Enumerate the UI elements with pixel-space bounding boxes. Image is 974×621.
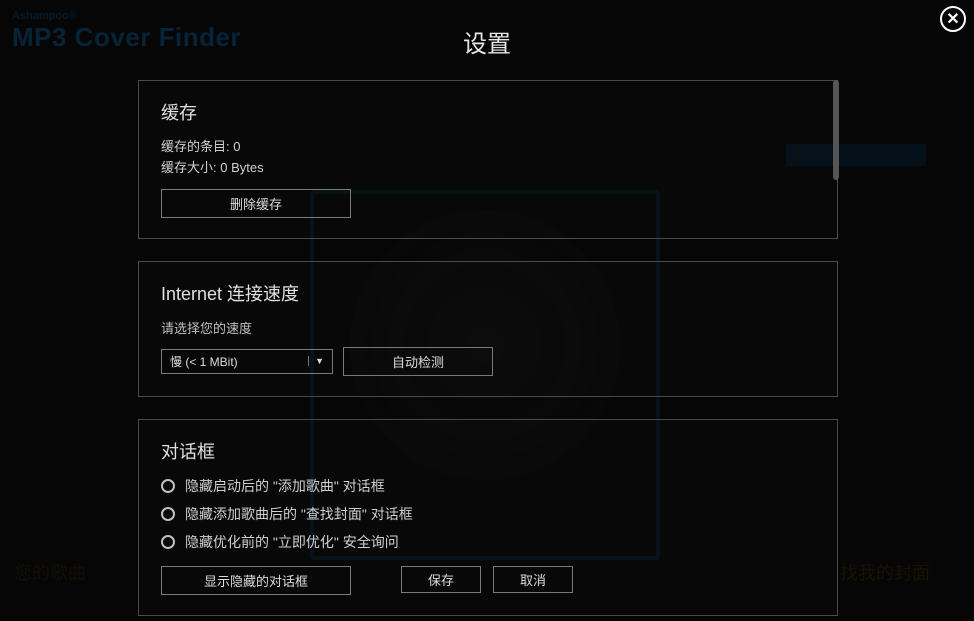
- scrollbar-thumb[interactable]: [833, 80, 839, 180]
- section-cache: 缓存 缓存的条目: 0 缓存大小: 0 Bytes 删除缓存: [138, 80, 838, 239]
- dialog-option-2[interactable]: 隐藏添加歌曲后的 "查找封面" 对话框: [161, 504, 815, 524]
- internet-title: Internet 连接速度: [161, 280, 815, 306]
- dialog-option-3-label: 隐藏优化前的 "立即优化" 安全询问: [185, 532, 399, 552]
- save-button[interactable]: 保存: [401, 566, 481, 593]
- speed-select[interactable]: 慢 (< 1 MBit) ▼: [161, 349, 333, 374]
- radio-icon: [161, 535, 175, 549]
- radio-icon: [161, 479, 175, 493]
- radio-icon: [161, 507, 175, 521]
- cache-entries: 缓存的条目: 0: [161, 137, 815, 158]
- internet-prompt: 请选择您的速度: [161, 318, 815, 337]
- cache-entries-value: 0: [233, 139, 240, 154]
- cache-title: 缓存: [161, 99, 815, 125]
- dialog-option-3[interactable]: 隐藏优化前的 "立即优化" 安全询问: [161, 532, 815, 552]
- auto-detect-button[interactable]: 自动检测: [343, 347, 493, 376]
- close-button[interactable]: ✕: [940, 6, 966, 32]
- dialog-option-2-label: 隐藏添加歌曲后的 "查找封面" 对话框: [185, 504, 413, 524]
- close-icon: ✕: [946, 9, 959, 29]
- chevron-down-icon: ▼: [308, 356, 324, 366]
- dialog-option-1[interactable]: 隐藏启动后的 "添加歌曲" 对话框: [161, 476, 815, 496]
- cancel-button[interactable]: 取消: [493, 566, 573, 593]
- modal-footer: 保存 取消: [0, 566, 974, 593]
- dialog-option-1-label: 隐藏启动后的 "添加歌曲" 对话框: [185, 476, 385, 496]
- cache-size-label: 缓存大小:: [161, 160, 217, 175]
- dialogs-title: 对话框: [161, 438, 815, 464]
- clear-cache-button[interactable]: 删除缓存: [161, 189, 351, 218]
- cache-entries-label: 缓存的条目:: [161, 139, 230, 154]
- modal-body: 缓存 缓存的条目: 0 缓存大小: 0 Bytes 删除缓存 Internet …: [138, 80, 838, 548]
- speed-select-value: 慢 (< 1 MBit): [170, 353, 238, 370]
- cache-size: 缓存大小: 0 Bytes: [161, 158, 815, 179]
- section-internet: Internet 连接速度 请选择您的速度 慢 (< 1 MBit) ▼ 自动检…: [138, 261, 838, 397]
- modal-title: 设置: [0, 24, 974, 59]
- internet-row: 慢 (< 1 MBit) ▼ 自动检测: [161, 347, 815, 376]
- cache-size-value: 0 Bytes: [220, 160, 263, 175]
